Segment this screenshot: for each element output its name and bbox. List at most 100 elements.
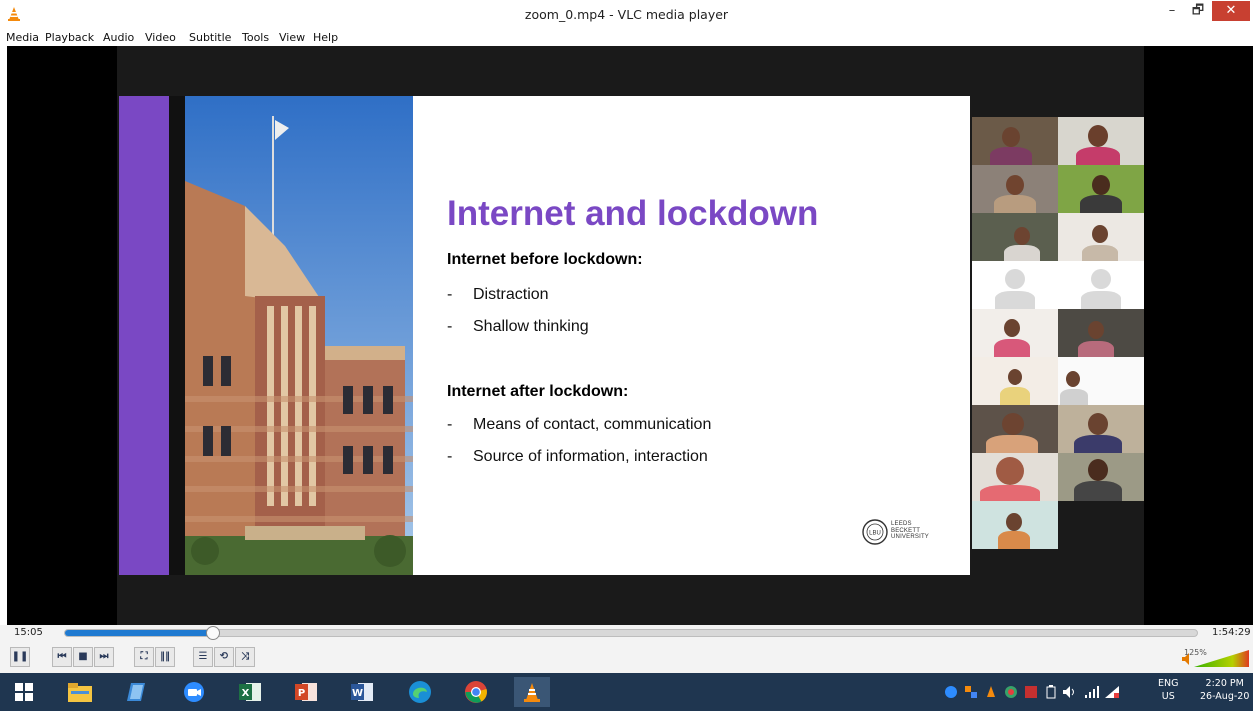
- participant-video[interactable]: [1058, 165, 1144, 213]
- participant-video[interactable]: [972, 357, 1058, 405]
- participant-video[interactable]: [1058, 309, 1144, 357]
- chrome-icon: [465, 681, 487, 703]
- next-button[interactable]: ⏭: [94, 647, 114, 667]
- slide-heading: Internet and lockdown: [447, 194, 819, 233]
- bullet-item: - Source of information, interaction: [447, 448, 708, 466]
- seek-bar[interactable]: [64, 626, 1198, 640]
- shuffle-button[interactable]: ⤨: [235, 647, 255, 667]
- before-lockdown-title: Internet before lockdown:: [447, 251, 643, 268]
- folder-icon: [68, 683, 92, 702]
- battery-icon[interactable]: [1046, 685, 1056, 699]
- participant-video[interactable]: [972, 117, 1058, 165]
- seek-handle[interactable]: [206, 626, 221, 640]
- participant-gallery: [972, 117, 1144, 553]
- clock[interactable]: 2:20 PM 26-Aug-20: [1200, 677, 1249, 703]
- taskbar-zoom[interactable]: [176, 677, 212, 707]
- previous-button[interactable]: ⏮: [52, 647, 72, 667]
- participant-avatar[interactable]: [972, 261, 1058, 309]
- bullet-text: Distraction: [473, 286, 549, 303]
- menu-audio[interactable]: Audio: [103, 31, 134, 44]
- participant-video[interactable]: [972, 501, 1058, 549]
- building-photo: [185, 96, 413, 575]
- participant-video[interactable]: [972, 213, 1058, 261]
- fullscreen-button[interactable]: ⛶: [134, 647, 154, 667]
- zoom-tray-icon[interactable]: [944, 685, 958, 699]
- menu-bar: Media Playback Audio Video Subtitle Tool…: [0, 30, 1253, 46]
- participant-video[interactable]: [972, 453, 1058, 501]
- leeds-beckett-logo: LBU LEEDS BECKETT UNIVERSITY: [861, 516, 943, 548]
- vlc-cone-icon: [524, 683, 540, 702]
- participant-video[interactable]: [972, 165, 1058, 213]
- app-tray-icon[interactable]: [1004, 685, 1018, 699]
- menu-subtitle[interactable]: Subtitle: [189, 31, 231, 44]
- bullet-text: Shallow thinking: [473, 318, 589, 335]
- bullet-item: - Distraction: [447, 286, 549, 304]
- keyboard-layout: US: [1161, 691, 1175, 702]
- presentation-slide: Internet and lockdown Internet before lo…: [119, 96, 970, 575]
- after-lockdown-title: Internet after lockdown:: [447, 383, 629, 400]
- speaker-icon[interactable]: [1062, 685, 1078, 699]
- lbu-seal-icon: LBU: [862, 519, 888, 545]
- close-button[interactable]: ✕: [1212, 1, 1250, 21]
- powerpoint-icon: P: [295, 683, 317, 701]
- participant-video[interactable]: [1058, 357, 1144, 405]
- word-icon: W: [351, 683, 373, 701]
- taskbar-word[interactable]: W: [344, 677, 380, 707]
- antivirus-tray-icon[interactable]: [1024, 685, 1038, 699]
- participant-video[interactable]: [972, 405, 1058, 453]
- start-button[interactable]: [6, 677, 42, 707]
- participant-video[interactable]: [1058, 117, 1144, 165]
- pause-button[interactable]: ❚❚: [10, 647, 30, 667]
- taskbar-chrome[interactable]: [458, 677, 494, 707]
- zoom-icon: [184, 682, 204, 702]
- taskbar-excel[interactable]: X: [232, 677, 268, 707]
- participant-video[interactable]: [1058, 213, 1144, 261]
- video-area[interactable]: Internet and lockdown Internet before lo…: [7, 46, 1253, 625]
- vlc-tray-icon[interactable]: [984, 685, 998, 699]
- bullet-text: Means of contact, communication: [473, 416, 712, 433]
- volume-percentage: 125%: [1184, 648, 1207, 657]
- playback-controls: 15:05 1:54:29 ❚❚ ⏮ ■ ⏭ ⛶ ‖‖ ☰ ⟲ ⤨ 125%: [0, 625, 1253, 673]
- bullet-dash: -: [447, 416, 453, 433]
- menu-view[interactable]: View: [279, 31, 305, 44]
- current-time: 15:05: [14, 627, 43, 638]
- taskbar-powerpoint[interactable]: P: [288, 677, 324, 707]
- stop-button[interactable]: ■: [73, 647, 93, 667]
- excel-icon: X: [239, 683, 261, 701]
- window-title: zoom_0.mp4 - VLC media player: [524, 7, 729, 22]
- svg-text:W: W: [352, 688, 363, 699]
- participant-video[interactable]: [972, 309, 1058, 357]
- loop-button[interactable]: ⟲: [214, 647, 234, 667]
- clock-date: 26-Aug-20: [1200, 691, 1250, 702]
- action-center-icon[interactable]: [1104, 685, 1120, 699]
- svg-text:LBU: LBU: [869, 531, 881, 537]
- participant-video[interactable]: [1058, 453, 1144, 501]
- restore-button[interactable]: 🗗: [1186, 0, 1210, 22]
- taskbar-file-explorer[interactable]: [62, 677, 98, 707]
- windows-taskbar: X P W ENG US 2:20 PM 26-Aug-20: [0, 673, 1253, 711]
- taskbar-vlc[interactable]: [514, 677, 550, 707]
- colorful-tray-icon[interactable]: [964, 685, 978, 699]
- menu-tools[interactable]: Tools: [242, 31, 269, 44]
- taskbar-onenote[interactable]: [118, 677, 154, 707]
- windows-logo-icon: [15, 683, 33, 701]
- network-signal-icon[interactable]: [1084, 685, 1100, 699]
- extended-settings-button[interactable]: ‖‖: [155, 647, 175, 667]
- input-language[interactable]: ENG US: [1158, 677, 1178, 703]
- clock-time: 2:20 PM: [1205, 678, 1244, 689]
- logo-line: UNIVERSITY: [891, 534, 930, 540]
- taskbar-edge[interactable]: [402, 677, 438, 707]
- participant-avatar[interactable]: [1058, 261, 1144, 309]
- playlist-button[interactable]: ☰: [193, 647, 213, 667]
- slide-accent-bar: [119, 96, 169, 575]
- menu-video[interactable]: Video: [145, 31, 176, 44]
- minimize-button[interactable]: –: [1160, 0, 1184, 22]
- bullet-dash: -: [447, 286, 453, 303]
- menu-playback[interactable]: Playback: [45, 31, 94, 44]
- total-time: 1:54:29: [1212, 627, 1251, 638]
- bullet-text: Source of information, interaction: [473, 448, 708, 465]
- menu-help[interactable]: Help: [313, 31, 338, 44]
- bullet-dash: -: [447, 318, 453, 335]
- participant-video[interactable]: [1058, 405, 1144, 453]
- menu-media[interactable]: Media: [6, 31, 39, 44]
